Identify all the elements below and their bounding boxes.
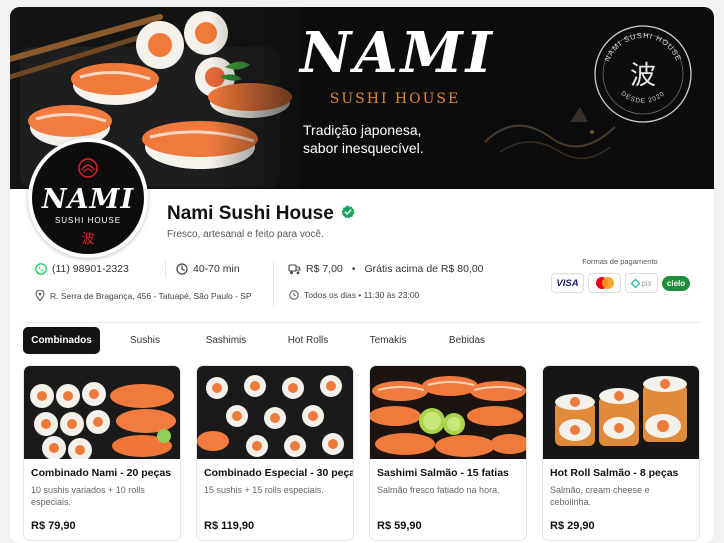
tab-sashimis[interactable]: Sashimis xyxy=(196,327,256,354)
payment-label: Formas de pagamento xyxy=(582,257,658,266)
whatsapp-icon xyxy=(35,263,47,275)
product-name: Sashimi Salmão - 15 fatias xyxy=(377,467,509,479)
phone-info[interactable]: (11) 98901-2323 xyxy=(35,263,129,275)
product-price: R$ 59,90 xyxy=(377,520,422,532)
product-price: R$ 119,90 xyxy=(204,520,255,532)
address-text: R. Serra de Bragança, 456 - Tatuapé, São… xyxy=(50,290,252,301)
product-image xyxy=(370,366,526,459)
verified-icon xyxy=(341,205,355,219)
restaurant-description: Fresco, artesanal e feito para você. xyxy=(167,229,324,240)
delivery-scooter-icon xyxy=(288,264,301,275)
cielo-badge: cielo xyxy=(661,273,691,293)
restaurant-name: Nami Sushi House xyxy=(167,203,334,224)
pix-badge: pix xyxy=(625,273,658,293)
svg-text:DESDE 2020: DESDE 2020 xyxy=(620,90,667,105)
logo-subtitle: SUSHI HOUSE xyxy=(54,216,122,225)
product-description: Salmão, cream cheese e cebolinha. xyxy=(550,485,650,507)
product-description: 15 sushis + 15 rolls especiais. xyxy=(204,485,324,495)
brand-subtitle: SUSHI HOUSE xyxy=(329,91,461,107)
delivery-fee-info: R$ 7,00 • Grátis acima de R$ 80,00 xyxy=(288,263,484,275)
address-info[interactable]: R. Serra de Bragança, 456 - Tatuapé, São… xyxy=(35,290,252,301)
product-price: R$ 29,90 xyxy=(550,520,595,532)
mastercard-icon xyxy=(595,277,614,289)
phone-number: (11) 98901-2323 xyxy=(52,263,129,275)
restaurant-page: NAMI SUSHI HOUSE Tradição japonesa, sabo… xyxy=(10,7,714,543)
tab-combinados[interactable]: Combinados xyxy=(23,327,100,354)
restaurant-logo: NAMI SUSHI HOUSE 波 xyxy=(28,138,148,258)
visa-badge: VISA xyxy=(551,273,584,293)
logo-kanji: 波 xyxy=(81,232,95,247)
clock-icon xyxy=(289,290,299,300)
logo-title: NAMI xyxy=(41,184,135,215)
mastercard-badge xyxy=(588,273,621,293)
brand-title: NAMI xyxy=(300,20,495,86)
seal-kanji: 波 xyxy=(630,61,656,91)
tab-hot-rolls[interactable]: Hot Rolls xyxy=(278,327,338,354)
product-card[interactable]: Combinado Nami - 20 peças 10 sushis vari… xyxy=(23,365,181,541)
delivery-time: 40-70 min xyxy=(193,263,240,275)
product-description: 10 sushis variados + 10 rolls especiais. xyxy=(31,485,145,507)
product-price: R$ 79,90 xyxy=(31,520,76,532)
free-delivery-threshold: Grátis acima de R$ 80,00 xyxy=(364,263,484,275)
seal-bottom-text: DESDE 2020 xyxy=(620,90,666,105)
product-description: Salmão fresco fatiado na hora. xyxy=(377,485,500,495)
pix-icon xyxy=(631,278,641,288)
product-card[interactable]: Hot Roll Salmão - 8 peças Salmão, cream … xyxy=(542,365,700,541)
product-card[interactable]: Combinado Especial - 30 peças 15 sushis … xyxy=(196,365,354,541)
product-name: Combinado Nami - 20 peças xyxy=(31,467,172,479)
delivery-fee: R$ 7,00 xyxy=(306,263,343,275)
product-name: Hot Roll Salmão - 8 peças xyxy=(550,467,679,479)
clock-icon xyxy=(176,263,188,275)
product-name: Combinado Especial - 30 peças xyxy=(204,467,354,479)
map-pin-icon xyxy=(35,290,45,301)
product-image xyxy=(197,366,353,459)
schedule-info: Todos os dias • 11:30 às 23:00 xyxy=(289,290,419,300)
product-image xyxy=(24,366,180,459)
opening-hours: Todos os dias • 11:30 às 23:00 xyxy=(304,290,420,300)
seal-emblem: NAMI SUSHI HOUSE 波 DESDE 2020 xyxy=(594,25,692,123)
product-card[interactable]: Sashimi Salmão - 15 fatias Salmão fresco… xyxy=(369,365,527,541)
bullet-separator: • xyxy=(351,263,356,275)
delivery-time-info: 40-70 min xyxy=(176,263,240,275)
tab-bebidas[interactable]: Bebidas xyxy=(442,327,492,354)
crest-icon xyxy=(78,158,98,178)
product-image xyxy=(543,366,699,459)
tagline: Tradição japonesa, sabor inesquecível. xyxy=(303,122,424,156)
tab-temakis[interactable]: Temakis xyxy=(362,327,414,354)
tab-sushis[interactable]: Sushis xyxy=(120,327,170,354)
